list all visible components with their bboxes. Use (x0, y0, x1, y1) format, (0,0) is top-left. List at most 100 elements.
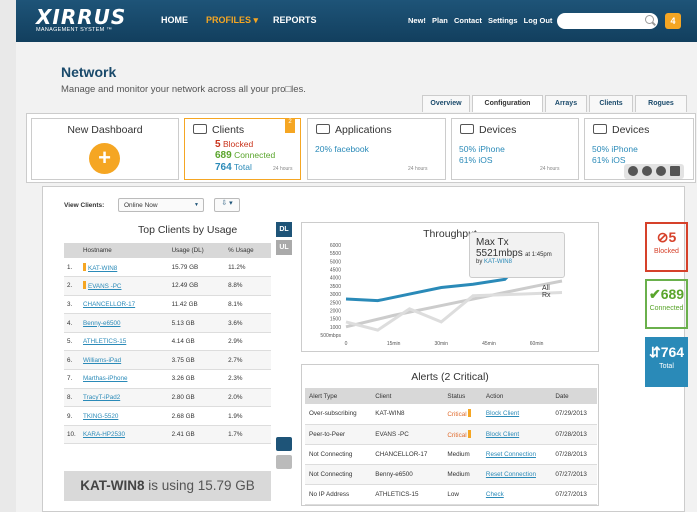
table-row[interactable]: 5. ATHLETICS-15 4.14 GB 2.9% (64, 332, 271, 352)
link-contact[interactable]: Contact (454, 16, 482, 25)
y-tick-label: 1500 (330, 317, 341, 323)
table-row[interactable]: 9. TKING-5520 2.68 GB 1.9% (64, 406, 271, 426)
table-row[interactable]: 4. Benny-e6500 5.13 GB 3.6% (64, 313, 271, 333)
kpi-connected[interactable]: ✔689 Connected (645, 279, 688, 329)
y-tick-label: 6000 (330, 243, 341, 249)
legend-label: All (542, 285, 550, 292)
tab-configuration[interactable]: Configuration (472, 95, 543, 112)
alert-row[interactable]: Not Connecting CHANCELLOR-17 Medium Reset C… (305, 444, 597, 465)
hostname-link[interactable]: CHANCELLOR-17 (83, 301, 135, 308)
tab-arrays[interactable]: Arrays (545, 95, 587, 112)
hostname-link[interactable]: KAT-WIN8 (88, 265, 117, 272)
search-icon[interactable] (645, 15, 654, 24)
applications-stat: 20% facebook (315, 144, 369, 154)
alert-row[interactable]: Peer-to-Peer EVANS -PC Critical Block Clie… (305, 424, 597, 445)
col-usage[interactable]: Usage (DL) (168, 243, 226, 258)
top-nav-bar: XIRRUS MANAGEMENT SYSTEM ™ HOME PROFILES… (16, 0, 697, 42)
hostname-link[interactable]: TracyT-iPad2 (83, 394, 120, 401)
applications-range: 24 hours (408, 166, 428, 172)
table-row[interactable]: 7. Marthas-iPhone 3.26 GB 2.3% (64, 369, 271, 389)
chart-icon[interactable] (670, 166, 680, 176)
usage-banner: KAT-WIN8 is using 15.79 GB (64, 471, 271, 501)
devices-card[interactable]: Devices 50% iPhone 61% iOS 24 hours (451, 118, 579, 180)
user-icon[interactable] (642, 166, 652, 176)
add-dashboard-button[interactable]: + (89, 143, 120, 174)
alert-client-cell: CHANCELLOR-17 (371, 444, 444, 465)
table-row[interactable]: 2. EVANS -PC 12.49 GB 8.8% (64, 276, 271, 296)
alert-action-link[interactable]: Block Client (486, 410, 519, 417)
hostname-link[interactable]: KARA-HP2530 (83, 431, 125, 438)
link-plan[interactable]: Plan (432, 16, 448, 25)
refresh-icon[interactable] (656, 166, 666, 176)
tab-rogues[interactable]: Rogues (635, 95, 687, 112)
xirrus-logo[interactable]: XIRRUS MANAGEMENT SYSTEM ™ (36, 7, 126, 34)
clients-card[interactable]: Clients 2 5 Blocked 689 Connected 764 To… (184, 118, 301, 180)
percent-cell: 2.9% (225, 332, 271, 352)
alert-row[interactable]: No IP Address ATHLETICS-15 Low Check 07/27/2… (305, 484, 597, 505)
table-row[interactable]: 3. CHANCELLOR-17 11.42 GB 8.1% (64, 295, 271, 315)
notification-badge[interactable]: 4 (665, 13, 681, 29)
devices-title: Devices (479, 124, 517, 136)
table-view-icon[interactable] (276, 455, 292, 469)
alert-row[interactable]: Over-subscribing KAT-WIN8 Critical Block C… (305, 404, 597, 425)
tooltip-host: KAT-WIN8 (484, 259, 512, 265)
hostname-link[interactable]: Benny-e6500 (83, 320, 120, 327)
table-row[interactable]: 1. KAT-WIN8 15.79 GB 11.2% (64, 258, 271, 278)
alert-action-link[interactable]: Check (486, 491, 504, 498)
y-tick-label: 1000 (330, 325, 341, 331)
link-logout[interactable]: Log Out (524, 16, 553, 25)
alert-row[interactable]: Not Connecting Benny-e6500 Medium Reset Con… (305, 464, 597, 485)
table-row[interactable]: 10. KARA-HP2530 2.41 GB 1.7% (64, 425, 271, 445)
table-row[interactable]: 8. TracyT-iPad2 2.80 GB 2.0% (64, 388, 271, 408)
summary-cards: New Dashboard + Clients 2 5 Blocked 689 … (26, 113, 696, 183)
table-row[interactable]: 6. Williams-iPad 3.75 GB 2.7% (64, 350, 271, 371)
alert-action-link[interactable]: Reset Connection (486, 451, 536, 458)
settings-icon[interactable] (628, 166, 638, 176)
bar-chart-icon[interactable] (276, 437, 292, 451)
dl-toggle[interactable]: DL (276, 222, 292, 237)
nav-profiles[interactable]: PROFILES ▾ (206, 15, 258, 26)
x-tick-label: 30min (434, 341, 448, 347)
y-tick-label: 3500 (330, 284, 341, 290)
alert-client-cell: ATHLETICS-15 (371, 484, 444, 505)
alert-client-cell: KAT-WIN8 (371, 404, 444, 425)
col-hostname[interactable]: Hostname (80, 243, 169, 258)
usage-cell: 2.68 GB (168, 406, 226, 426)
kpi-blocked[interactable]: ⊘5 Blocked (645, 222, 688, 272)
hostname-link[interactable]: Williams-iPad (83, 357, 121, 364)
check-icon: ✔ (648, 286, 661, 302)
row-rank: 2. (64, 276, 80, 296)
new-dashboard-card[interactable]: New Dashboard + (31, 118, 179, 180)
top-links: New! Plan Contact Settings Log Out (408, 16, 556, 25)
x-tick-label: 15min (387, 341, 401, 347)
col-percent[interactable]: % Usage (225, 243, 271, 258)
hostname-link[interactable]: ATHLETICS-15 (83, 338, 126, 345)
tab-clients[interactable]: Clients (589, 95, 633, 112)
alert-date-cell: 07/28/2013 (551, 424, 597, 445)
nav-reports[interactable]: REPORTS (273, 15, 317, 25)
kpi-total[interactable]: ⇵764 Total (645, 337, 688, 387)
alert-action-link[interactable]: Reset Connection (486, 471, 536, 478)
flag-icon (468, 429, 472, 438)
applications-card[interactable]: Applications 20% facebook 24 hours (307, 118, 446, 180)
total-icon: ⇵ (648, 344, 661, 360)
hostname-link[interactable]: TKING-5520 (83, 413, 118, 420)
ul-toggle[interactable]: UL (276, 240, 292, 255)
usage-cell: 5.13 GB (168, 313, 226, 333)
search-input[interactable] (557, 13, 658, 29)
link-new[interactable]: New! (408, 16, 426, 25)
hostname-link[interactable]: EVANS -PC (88, 283, 121, 290)
kpi-total-value: 764 (660, 344, 685, 360)
usage-text: is using 15.79 GB (144, 478, 255, 493)
alert-status-cell: Medium (447, 450, 470, 458)
clients-total-count: 764 (215, 162, 232, 173)
nav-home[interactable]: HOME (161, 15, 188, 25)
link-settings[interactable]: Settings (488, 16, 518, 25)
clients-icon (193, 124, 207, 134)
alert-action-link[interactable]: Block Client (486, 431, 519, 438)
view-clients-select[interactable]: Online Now (118, 198, 204, 212)
tab-overview[interactable]: Overview (422, 95, 470, 112)
view-clients-label: View Clients: (64, 202, 105, 209)
export-button[interactable]: ⇩ ▾ (214, 198, 240, 212)
hostname-link[interactable]: Marthas-iPhone (83, 375, 127, 382)
